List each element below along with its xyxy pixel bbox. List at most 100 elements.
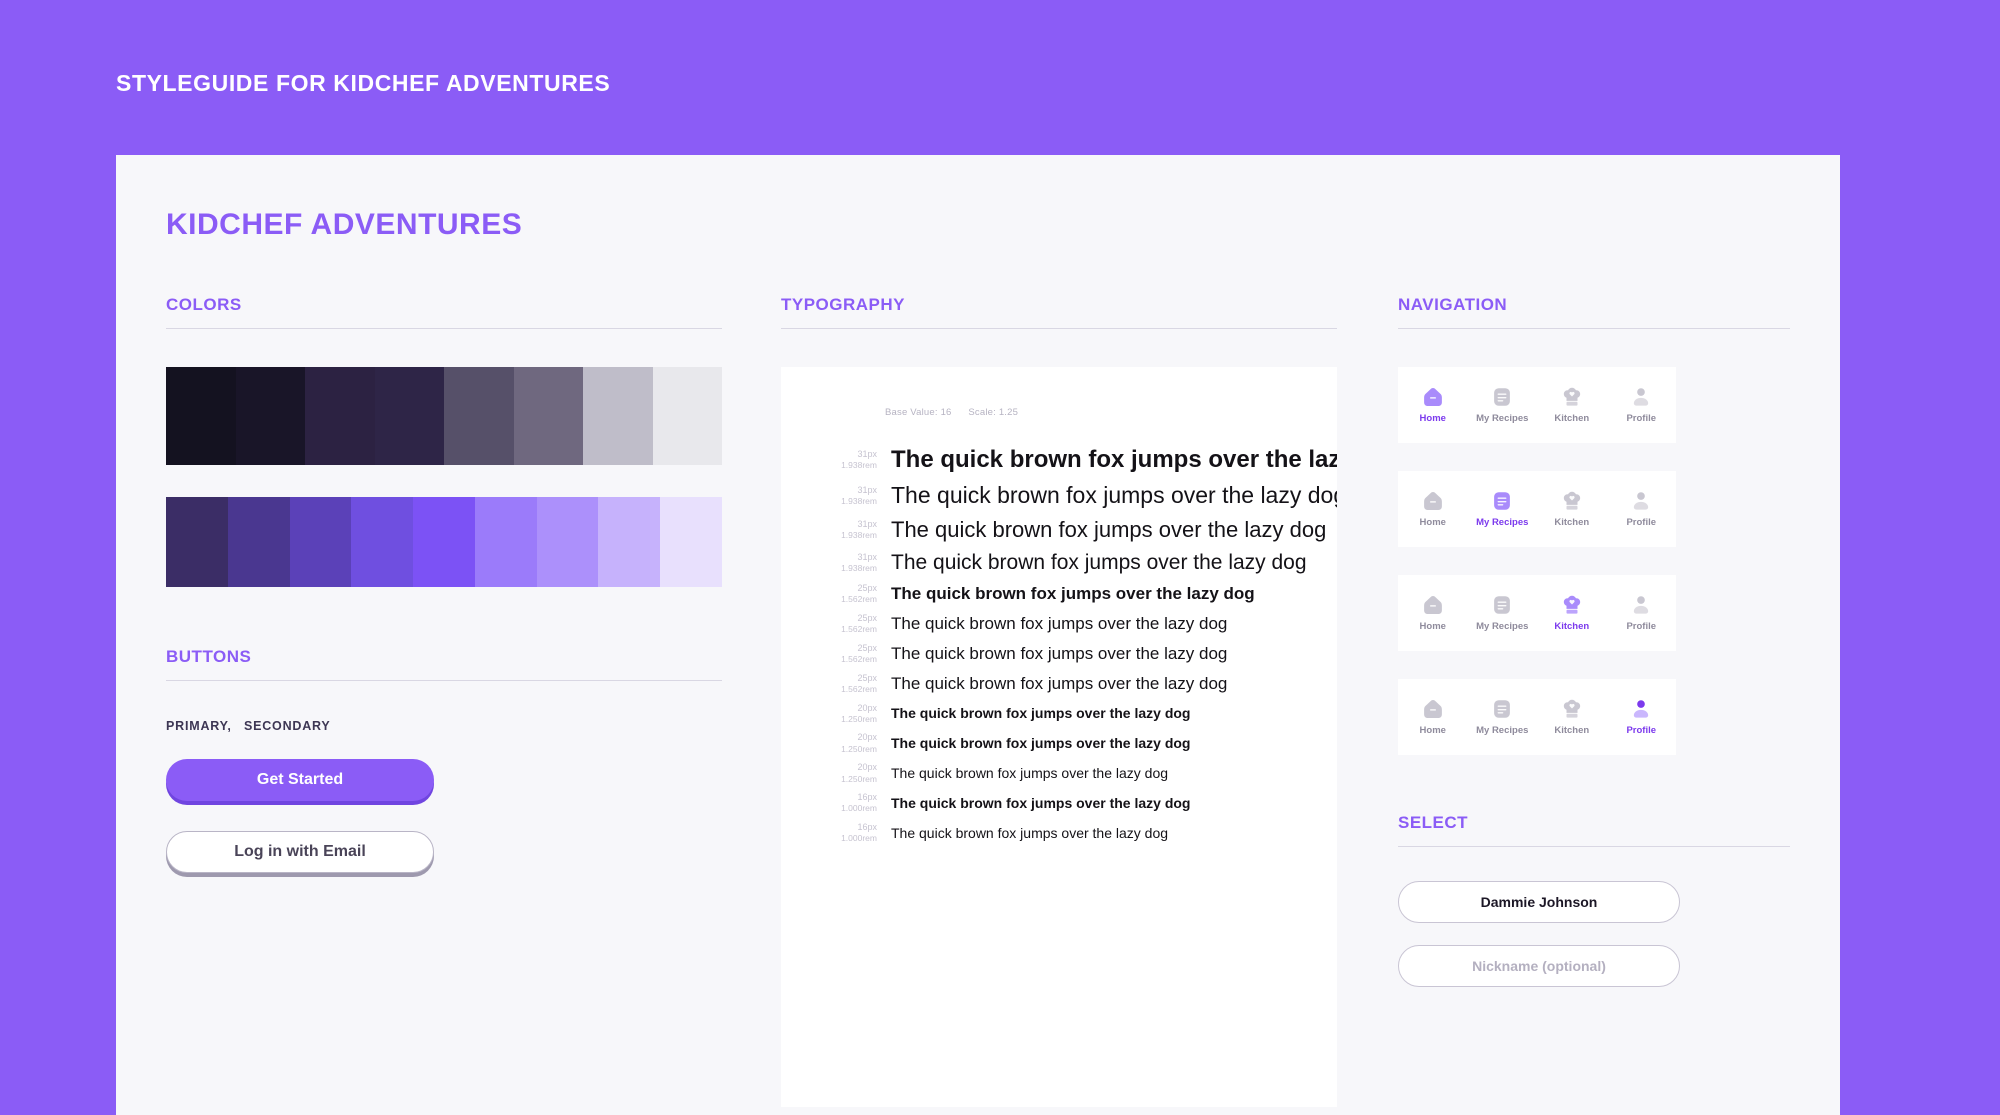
nav-item-kitchen[interactable]: Kitchen [1537, 594, 1607, 632]
name-select-field[interactable]: Dammie Johnson [1398, 881, 1680, 923]
nav-item-label: My Recipes [1476, 413, 1529, 424]
typography-row: 31px 1.938rem The quick brown fox jumps ov… [781, 517, 1337, 543]
typography-size-label: 31px 1.938rem [811, 449, 883, 471]
color-swatch-3 [351, 497, 414, 587]
typography-row: 31px 1.938rem The quick brown fox jumps ov… [781, 446, 1337, 474]
secondary-variant-label: SECONDARY [243, 719, 331, 733]
nav-item-home[interactable]: Home [1398, 386, 1468, 424]
typography-row: 20px 1.250rem The quick brown fox jumps ov… [781, 732, 1337, 754]
typography-sample-text: The quick brown fox jumps over the lazy … [891, 643, 1228, 663]
typography-size-px: 20px [857, 762, 877, 773]
buttons-section: BUTTONS PRIMARY, SECONDARY Get Started L… [166, 647, 722, 873]
color-swatch-0 [166, 367, 236, 465]
nav-item-profile[interactable]: Profile [1607, 698, 1677, 736]
nav-item-home[interactable]: Home [1398, 490, 1468, 528]
nav-item-label: Profile [1626, 413, 1657, 424]
nav-item-profile[interactable]: Profile [1607, 594, 1677, 632]
typography-row: 25px 1.562rem The quick brown fox jumps ov… [781, 583, 1337, 605]
nav-item-my-recipes[interactable]: My Recipes [1468, 698, 1538, 736]
brand-title: KIDCHEF ADVENTURES [166, 208, 523, 241]
styleguide-panel: KIDCHEF ADVENTURES COLORS BUTTONS PRIMAR… [116, 155, 1840, 1115]
typography-row: 31px 1.938rem The quick brown fox jumps ov… [781, 482, 1337, 509]
typography-sample-text: The quick brown fox jumps over the lazy … [891, 446, 1337, 473]
home-icon [1422, 698, 1444, 720]
nav-item-profile[interactable]: Profile [1607, 490, 1677, 528]
typography-row: 25px 1.562rem The quick brown fox jumps ov… [781, 613, 1337, 635]
typography-size-rem: 1.250rem [841, 713, 877, 724]
nav-item-home[interactable]: Home [1398, 594, 1468, 632]
home-icon [1422, 386, 1444, 408]
profile-icon [1630, 594, 1652, 616]
typography-card: Base Value: 16 Scale: 1.25 31px 1.938rem T… [781, 367, 1337, 1107]
log-in-with-email-button[interactable]: Log in with Email [166, 831, 434, 873]
nickname-input-field[interactable]: Nickname (optional) [1398, 945, 1680, 987]
nav-item-label: Home [1419, 413, 1446, 424]
typography-sample-text: The quick brown fox jumps over the lazy … [891, 673, 1228, 693]
typography-size-rem: 1.250rem [841, 743, 877, 754]
typography-sample-text: The quick brown fox jumps over the lazy … [891, 551, 1307, 574]
navigation-bar-list: Home My Recipes Kitchen Profile Home My Recip… [1398, 367, 1790, 755]
typography-size-rem: 1.562rem [841, 594, 877, 605]
color-swatch-4 [413, 497, 475, 587]
typography-scale-meta: Base Value: 16 Scale: 1.25 [781, 407, 1337, 418]
nav-item-my-recipes[interactable]: My Recipes [1468, 490, 1538, 528]
typography-row: 25px 1.562rem The quick brown fox jumps ov… [781, 643, 1337, 665]
typography-size-px: 25px [857, 583, 877, 593]
typography-sample-text: The quick brown fox jumps over the lazy … [891, 824, 1169, 841]
typography-size-rem: 1.562rem [841, 654, 877, 664]
get-started-button[interactable]: Get Started [166, 759, 434, 801]
typography-size-rem: 1.250rem [841, 773, 877, 784]
nav-item-label: My Recipes [1476, 725, 1529, 736]
typography-sample-text: The quick brown fox jumps over the lazy … [891, 765, 1169, 782]
nav-item-my-recipes[interactable]: My Recipes [1468, 594, 1538, 632]
typography-size-rem: 1.938rem [841, 530, 877, 541]
typography-size-rem: 1.562rem [841, 683, 877, 694]
typography-size-px: 16px [857, 792, 877, 803]
typography-size-label: 25px 1.562rem [811, 643, 883, 665]
typography-size-label: 20px 1.250rem [811, 732, 883, 754]
primary-variant-label: PRIMARY, [166, 719, 232, 733]
typography-row: 20px 1.250rem The quick brown fox jumps ov… [781, 703, 1337, 725]
typography-sample-text: The quick brown fox jumps over the lazy … [891, 583, 1255, 603]
nav-item-my-recipes[interactable]: My Recipes [1468, 386, 1538, 424]
typography-specimen-list: 31px 1.938rem The quick brown fox jumps ov… [781, 446, 1337, 844]
typography-size-label: 31px 1.938rem [811, 519, 883, 541]
nav-item-label: Kitchen [1554, 725, 1590, 736]
typography-size-rem: 1.938rem [841, 460, 877, 471]
profile-icon [1630, 386, 1652, 408]
typography-size-label: 20px 1.250rem [811, 703, 883, 725]
recipes-icon [1491, 698, 1513, 720]
nav-item-label: Home [1419, 621, 1446, 632]
color-swatch-5 [513, 367, 583, 465]
navigation-bar: Home My Recipes Kitchen Profile [1398, 367, 1676, 443]
home-icon [1422, 490, 1444, 512]
nav-item-kitchen[interactable]: Kitchen [1537, 698, 1607, 736]
typography-row: 20px 1.250rem The quick brown fox jumps ov… [781, 762, 1337, 784]
nav-item-kitchen[interactable]: Kitchen [1537, 386, 1607, 424]
nav-item-home[interactable]: Home [1398, 698, 1468, 736]
navigation-heading: NAVIGATION [1398, 295, 1508, 314]
typography-size-px: 31px [857, 484, 877, 495]
typography-size-px: 20px [857, 732, 877, 743]
nav-item-profile[interactable]: Profile [1607, 386, 1677, 424]
color-swatch-1 [227, 497, 290, 587]
nav-item-label: Kitchen [1554, 413, 1590, 424]
color-swatch-4 [444, 367, 514, 465]
typography-column: TYPOGRAPHY Base Value: 16 Scale: 1.25 31… [781, 295, 1337, 1107]
nav-item-kitchen[interactable]: Kitchen [1537, 490, 1607, 528]
color-swatch-7 [652, 367, 722, 465]
colors-divider [166, 328, 722, 329]
typography-size-rem: 1.938rem [841, 563, 877, 574]
nav-item-label: Home [1419, 517, 1446, 528]
color-swatch-0 [166, 497, 228, 587]
typography-size-label: 25px 1.562rem [811, 583, 883, 605]
chef-hat-icon [1561, 594, 1583, 616]
typography-row: 16px 1.000rem The quick brown fox jumps ov… [781, 822, 1337, 844]
recipes-icon [1491, 490, 1513, 512]
color-swatch-3 [374, 367, 444, 465]
typography-size-rem: 1.000rem [841, 803, 877, 814]
typography-size-px: 31px [857, 449, 877, 460]
purple-color-ramp [166, 497, 723, 587]
typography-sample-text: The quick brown fox jumps over the lazy … [891, 795, 1191, 812]
nav-item-label: Profile [1626, 725, 1657, 736]
